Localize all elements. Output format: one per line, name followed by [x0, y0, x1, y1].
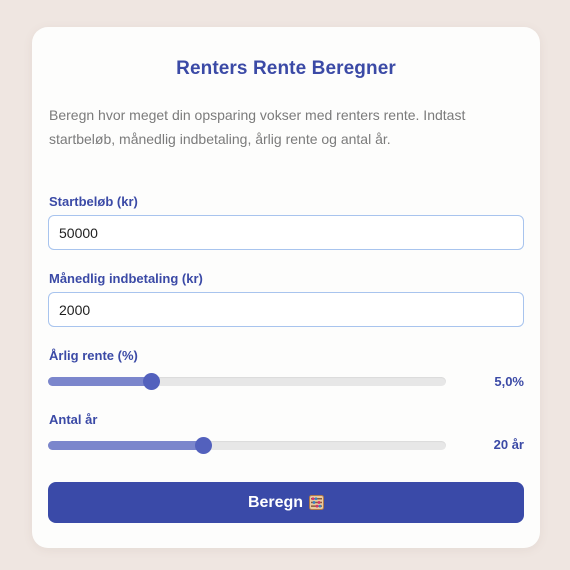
years-value: 20 år [493, 437, 524, 452]
page-title: Renters Rente Beregner [176, 58, 396, 79]
annual-rate-slider-fill [48, 377, 152, 386]
years-slider[interactable] [48, 437, 446, 454]
years-label: Antal år [49, 412, 98, 427]
start-amount-label: Startbeløb (kr) [49, 194, 138, 209]
calculator-card: Renters Rente Beregner Beregn hvor meget… [32, 27, 540, 548]
monthly-deposit-label: Månedlig indbetaling (kr) [49, 271, 203, 286]
start-amount-input[interactable] [48, 215, 524, 250]
years-slider-fill [48, 441, 204, 450]
description-text: Beregn hvor meget din opsparing vokser m… [49, 107, 466, 147]
annual-rate-value: 5,0% [494, 374, 524, 389]
annual-rate-slider[interactable] [48, 373, 446, 390]
abacus-icon [309, 495, 325, 510]
monthly-deposit-input[interactable] [48, 292, 524, 327]
calculate-button-label: Beregn [247, 493, 304, 511]
years-slider-thumb[interactable] [195, 437, 213, 454]
annual-rate-label: Årlig rente (%) [49, 348, 138, 363]
calculate-button[interactable]: Beregn [48, 482, 524, 523]
annual-rate-slider-thumb[interactable] [143, 373, 161, 390]
